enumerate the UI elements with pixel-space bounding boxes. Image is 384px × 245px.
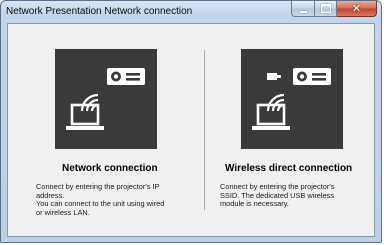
maximize-button[interactable] xyxy=(315,1,337,17)
app-window: Network Presentation Network connection … xyxy=(0,0,382,243)
network-connection-description: Connect by entering the projector's IP a… xyxy=(36,182,196,217)
wireless-direct-connection-icon xyxy=(252,68,331,130)
wireless-direct-connection-button[interactable] xyxy=(241,49,343,149)
description-line: module is necessary. xyxy=(220,199,289,209)
description-line: or wireless LAN. xyxy=(36,207,90,217)
close-icon: ✕ xyxy=(351,2,362,15)
window-controls: ✕ xyxy=(291,1,377,18)
window-title: Network Presentation Network connection xyxy=(6,6,193,17)
minimize-button[interactable] xyxy=(291,1,315,17)
minimize-icon xyxy=(299,10,307,13)
dialog-body: Network connection Connect by entering t… xyxy=(7,23,375,237)
close-button[interactable]: ✕ xyxy=(337,1,377,17)
vertical-divider xyxy=(204,50,205,210)
network-connection-title[interactable]: Network connection xyxy=(62,163,158,174)
maximize-icon xyxy=(320,4,331,13)
network-connection-icon xyxy=(66,68,145,130)
wireless-direct-connection-title[interactable]: Wireless direct connection xyxy=(225,163,352,174)
wireless-direct-connection-description: Connect by entering the projector's SSID… xyxy=(220,182,370,209)
title-bar[interactable]: Network Presentation Network connection … xyxy=(1,1,381,23)
network-connection-button[interactable] xyxy=(55,49,157,149)
